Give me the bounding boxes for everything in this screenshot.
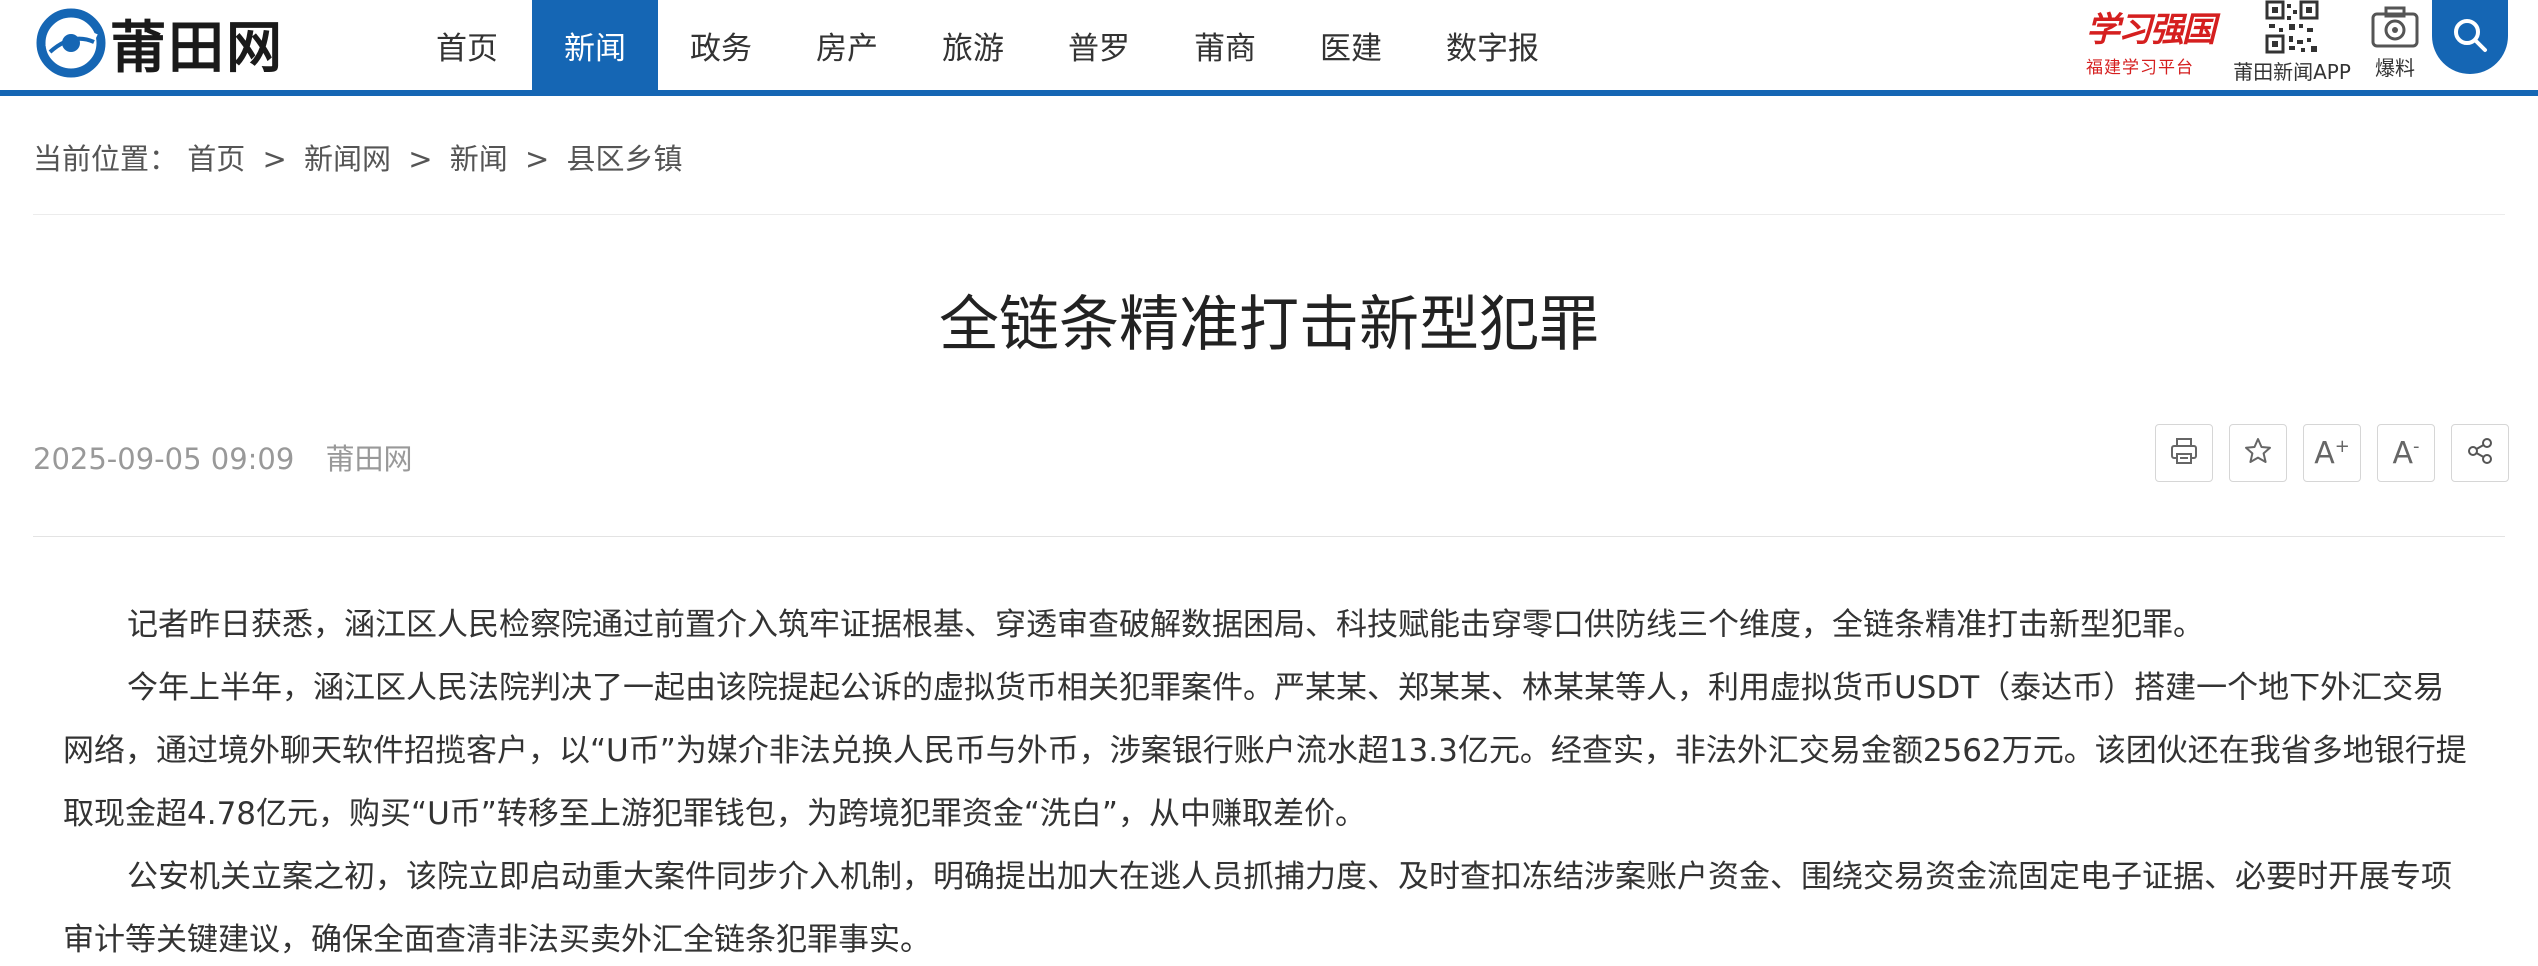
- nav-item[interactable]: 莆商: [1162, 0, 1288, 90]
- font-increase-button[interactable]: A+: [2303, 424, 2361, 482]
- share-button[interactable]: [2451, 424, 2509, 482]
- star-icon: [2242, 435, 2274, 471]
- share-icon: [2464, 435, 2496, 471]
- logo-text: 莆田网: [110, 14, 284, 81]
- baoliao-label: 爆料: [2375, 56, 2415, 80]
- article-paragraph: 公安机关立案之初，该院立即启动重大案件同步介入机制，明确提出加大在逃人员抓捕力度…: [63, 859, 2452, 958]
- divider: [33, 536, 2505, 537]
- search-icon: [2450, 15, 2490, 59]
- nav-item[interactable]: 数字报: [1414, 0, 1571, 90]
- divider: [33, 214, 2505, 215]
- favorite-button[interactable]: [2229, 424, 2287, 482]
- article-paragraph: 记者昨日获悉，涵江区人民检察院通过前置介入筑牢证据根基、穿透审查破解数据困局、科…: [127, 607, 2204, 643]
- site-logo[interactable]: 莆田网: [36, 8, 286, 81]
- nav-item[interactable]: 医建: [1288, 0, 1414, 90]
- article-title: 全链条精准打击新型犯罪: [939, 290, 1599, 360]
- site-header: 莆田网 首页 新闻 政务 房产 旅游 普罗 莆商 医建 数字报 学习强国 福建学习平台: [0, 0, 2538, 96]
- print-icon: [2168, 435, 2200, 471]
- xuexi-title: 学习强国: [2086, 10, 2216, 50]
- news-app-link[interactable]: 莆田新闻APP: [2222, 0, 2362, 90]
- main-nav: 首页 新闻 政务 房产 旅游 普罗 莆商 医建 数字报: [402, 0, 1571, 90]
- xuexi-subtitle: 福建学习平台: [2086, 58, 2194, 78]
- news-app-label: 莆田新闻APP: [2233, 60, 2351, 84]
- article-actions: A+ A-: [2155, 424, 2509, 482]
- qr-code-icon: [2265, 0, 2319, 54]
- font-decrease-button[interactable]: A-: [2377, 424, 2435, 482]
- breadcrumb-separator: >: [262, 142, 287, 176]
- baoliao-link[interactable]: 爆料: [2366, 0, 2424, 90]
- article-source: 莆田网: [325, 442, 413, 476]
- nav-item[interactable]: 房产: [784, 0, 910, 90]
- camera-icon: [2370, 4, 2420, 50]
- breadcrumb: 当前位置： 首页 > 新闻网 > 新闻 > 县区乡镇: [33, 136, 683, 178]
- article-date: 2025-09-05 09:09: [33, 442, 295, 476]
- breadcrumb-item-news[interactable]: 新闻: [450, 142, 508, 176]
- search-button[interactable]: [2432, 0, 2508, 74]
- breadcrumb-separator: >: [408, 142, 433, 176]
- breadcrumb-item-newsnet[interactable]: 新闻网: [304, 142, 391, 176]
- nav-item[interactable]: 普罗: [1036, 0, 1162, 90]
- nav-item[interactable]: 新闻: [532, 0, 658, 90]
- print-button[interactable]: [2155, 424, 2213, 482]
- article-paragraph: 今年上半年，涵江区人民法院判决了一起由该院提起公诉的虚拟货币相关犯罪案件。严某某…: [63, 670, 2467, 832]
- nav-item[interactable]: 首页: [402, 0, 532, 90]
- xuexi-qiangguo-link[interactable]: 学习强国 福建学习平台: [2086, 2, 2216, 80]
- font-decrease-icon: A-: [2392, 435, 2420, 471]
- breadcrumb-item-county[interactable]: 县区乡镇: [567, 142, 683, 176]
- logo-swirl-icon: [36, 8, 106, 78]
- breadcrumb-separator: >: [525, 142, 550, 176]
- breadcrumb-item-home[interactable]: 首页: [187, 142, 245, 176]
- nav-item[interactable]: 政务: [658, 0, 784, 90]
- article-meta: 2025-09-05 09:09 莆田网: [33, 436, 413, 478]
- article-body: 记者昨日获悉，涵江区人民检察院通过前置介入筑牢证据根基、穿透审查破解数据困局、科…: [63, 594, 2473, 966]
- font-increase-icon: A+: [2314, 435, 2350, 471]
- breadcrumb-prefix: 当前位置：: [33, 142, 179, 176]
- nav-item[interactable]: 旅游: [910, 0, 1036, 90]
